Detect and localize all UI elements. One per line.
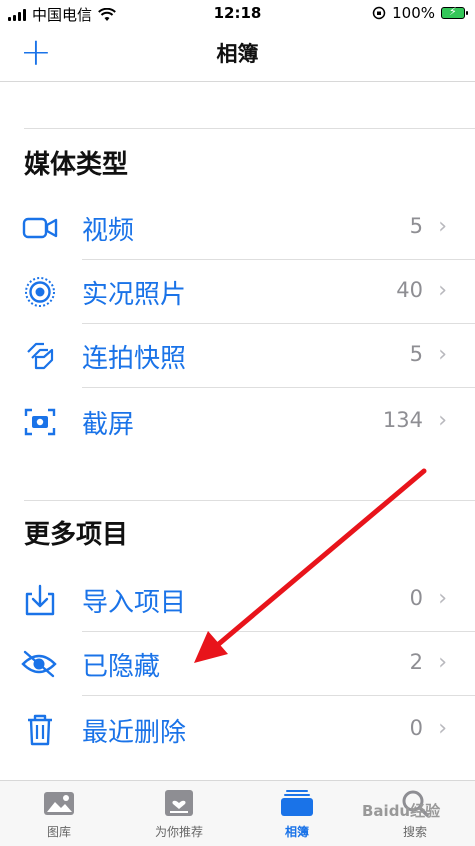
row-count: 134 — [382, 408, 423, 432]
row-divider — [82, 387, 475, 388]
chevron-right-icon: › — [438, 408, 447, 433]
nav-bar: + 相簿 — [0, 26, 475, 82]
row-burst[interactable]: 连拍快照 5 › — [0, 324, 475, 388]
albums-icon — [281, 790, 313, 816]
row-divider — [82, 695, 475, 696]
row-recently-deleted[interactable]: 最近删除 0 › — [0, 698, 475, 762]
section-divider — [24, 500, 475, 501]
battery-percent: 100% — [392, 4, 435, 22]
row-count: 40 — [396, 278, 423, 302]
tab-albums[interactable]: 相簿 — [252, 789, 342, 840]
chevron-right-icon: › — [438, 716, 447, 741]
tab-library[interactable]: 图库 — [14, 789, 104, 840]
watermark: Baidu经验 — [362, 802, 441, 820]
hidden-eye-icon — [21, 650, 57, 678]
row-label: 最近删除 — [82, 718, 187, 748]
tab-label: 搜索 — [402, 825, 427, 839]
trash-icon — [28, 714, 52, 746]
tab-label: 图库 — [46, 825, 71, 839]
burst-icon — [27, 342, 54, 370]
row-count: 5 — [409, 342, 423, 366]
row-label: 连拍快照 — [82, 344, 187, 374]
section-divider — [24, 128, 475, 129]
row-label: 已隐藏 — [82, 652, 161, 682]
row-label: 实况照片 — [82, 280, 187, 310]
tab-for-you[interactable]: 为你推荐 — [134, 789, 224, 840]
row-imports[interactable]: 导入项目 0 › — [0, 568, 475, 632]
tab-label: 相簿 — [284, 825, 309, 839]
chevron-right-icon: › — [438, 278, 447, 303]
row-count: 0 — [409, 716, 423, 740]
row-live-photos[interactable]: 实况照片 40 › — [0, 260, 475, 324]
chevron-right-icon: › — [438, 586, 447, 611]
status-right: 100% ⚡ — [372, 4, 468, 22]
chevron-right-icon: › — [438, 342, 447, 367]
battery-icon: ⚡ — [441, 5, 468, 19]
section-title-more-items: 更多项目 — [24, 520, 129, 550]
row-video[interactable]: 视频 5 › — [0, 196, 475, 260]
import-icon — [25, 584, 55, 616]
page-title: 相簿 — [216, 42, 259, 66]
for-you-icon — [165, 790, 193, 816]
live-photo-icon — [25, 277, 55, 307]
nav-divider — [0, 81, 475, 82]
tab-label: 为你推荐 — [154, 825, 203, 839]
row-hidden[interactable]: 已隐藏 2 › — [0, 632, 475, 696]
video-icon — [22, 217, 58, 239]
section-title-media-types: 媒体类型 — [24, 150, 129, 180]
row-label: 导入项目 — [82, 588, 187, 618]
screenshot-icon — [24, 408, 56, 436]
row-count: 5 — [409, 214, 423, 238]
row-label: 截屏 — [82, 410, 135, 440]
chevron-right-icon: › — [438, 650, 447, 675]
row-screenshots[interactable]: 截屏 134 › — [0, 390, 475, 454]
row-count: 2 — [409, 650, 423, 674]
row-label: 视频 — [82, 216, 135, 246]
orientation-lock-icon — [372, 6, 386, 20]
chevron-right-icon: › — [438, 214, 447, 239]
library-icon — [44, 792, 74, 815]
row-count: 0 — [409, 586, 423, 610]
status-bar: 中国电信 12:18 100% ⚡ — [0, 0, 475, 26]
